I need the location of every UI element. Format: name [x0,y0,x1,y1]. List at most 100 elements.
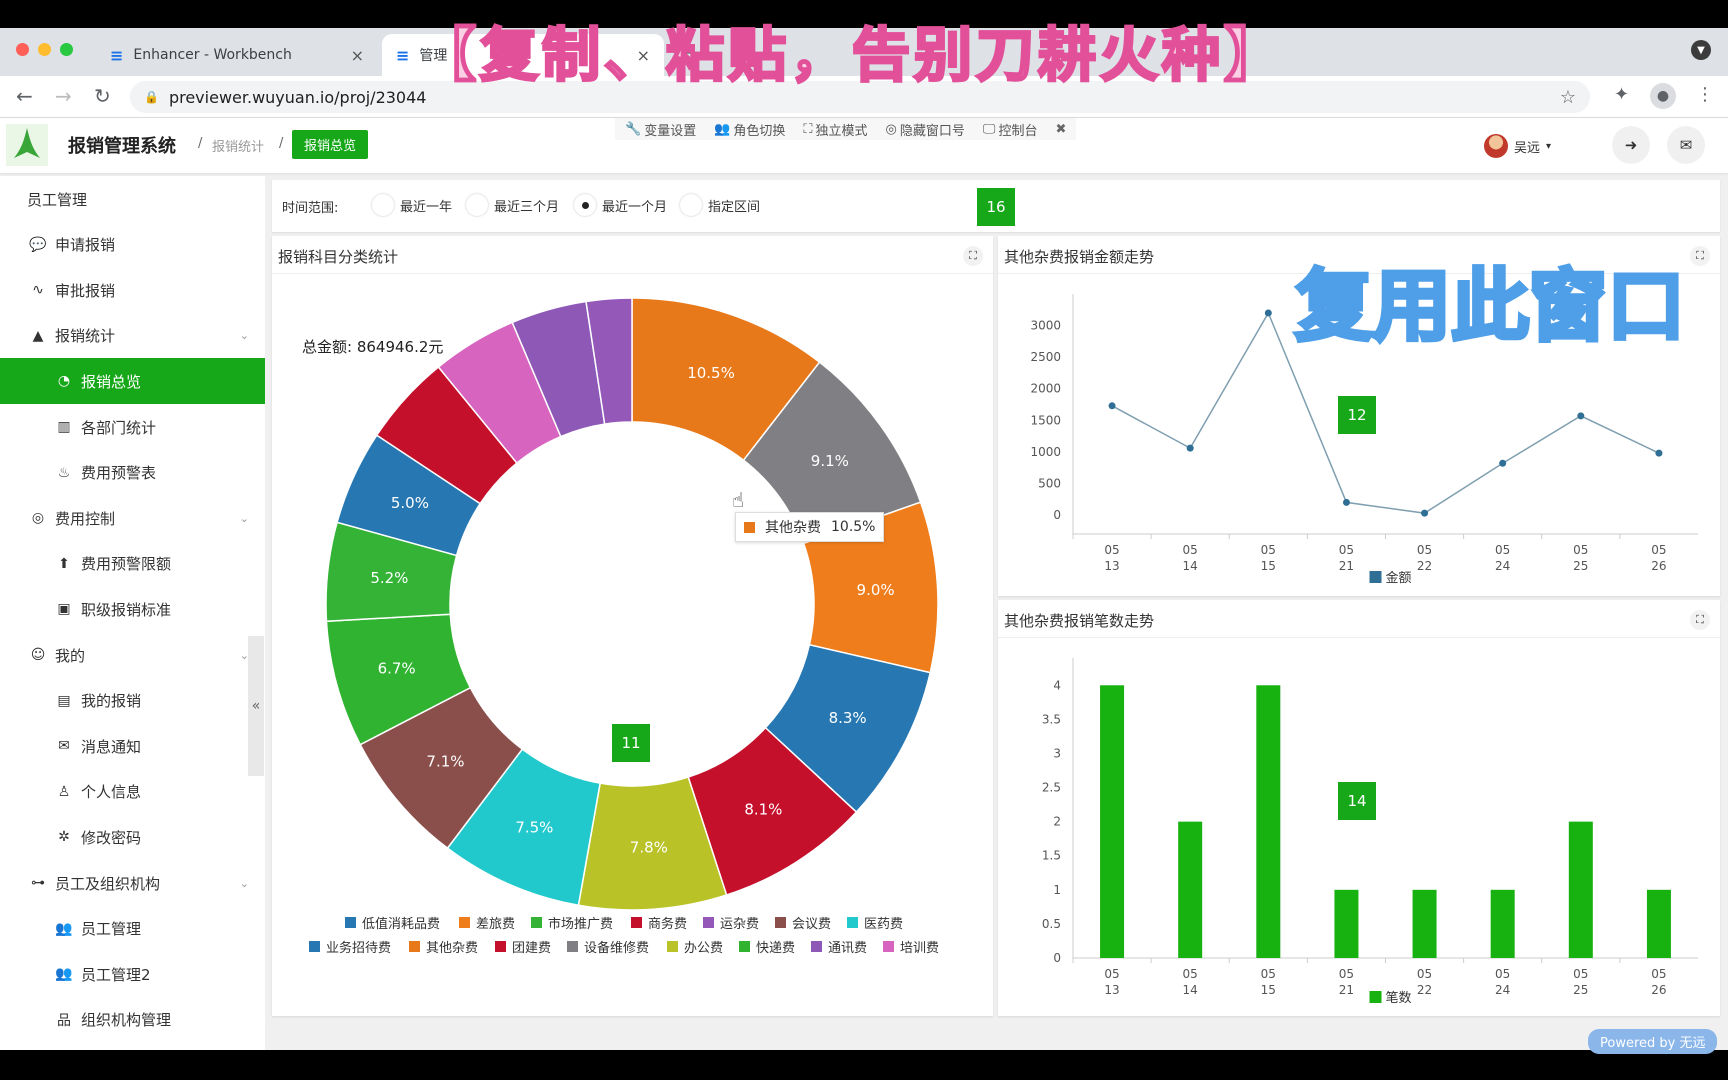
legend-swatch[interactable] [309,941,320,952]
sidebar-item[interactable]: ☺ 我的 ⌄ [0,632,265,678]
chevron-down-icon[interactable]: ⌄ [240,877,249,890]
line-point[interactable] [1577,412,1585,420]
legend-swatch[interactable] [345,917,356,928]
radio-button[interactable] [680,194,702,216]
legend-item[interactable]: 差旅费 [476,917,515,932]
radio-button[interactable] [466,194,488,216]
tab-search-icon[interactable]: ▼ [1691,40,1711,60]
sidebar-item[interactable]: 👥 员工管理2 [0,951,265,997]
legend-swatch[interactable] [531,917,542,928]
forward-icon[interactable]: → [55,84,72,108]
legend-item[interactable]: 其他杂费 [426,941,478,956]
legend-item[interactable]: 笔数 [1386,990,1412,1006]
sidebar-item[interactable]: 💬 申请报销 [0,222,265,268]
close-tab-icon[interactable]: × [351,46,364,65]
profile-icon[interactable]: ● [1650,83,1676,109]
user-menu[interactable]: 吴远 ▾ [1484,134,1551,158]
sidebar-item[interactable]: 品组织机构管理 [0,997,265,1043]
line-point[interactable] [1342,498,1350,506]
legend-swatch[interactable] [667,941,678,952]
line-point[interactable] [1186,444,1194,452]
sidebar-item[interactable]: ▲ 报销统计 ⌄ [0,313,265,359]
bookmark-star-icon[interactable]: ☆ [1560,87,1576,108]
toolbar-standalone-mode[interactable]: ⛶ 独立模式 [803,120,867,139]
line-point[interactable] [1421,509,1429,517]
sidebar-collapse-handle[interactable]: « [248,636,264,776]
legend-swatch[interactable] [459,917,470,928]
sidebar-item[interactable]: ▣ 职级报销标准 [0,586,265,632]
legend-swatch[interactable] [703,917,714,928]
legend-item[interactable]: 低值消耗品费 [362,916,440,932]
legend-item[interactable]: 市场推广费 [548,916,613,932]
powered-by-badge[interactable]: Powered by 无远 [1588,1029,1718,1054]
legend-item[interactable]: 运杂费 [720,917,759,932]
extensions-icon[interactable]: ✦ [1614,84,1629,105]
sidebar-item[interactable]: ∿ 审批报销 [0,267,265,313]
legend-item[interactable]: 团建费 [512,941,551,956]
legend-swatch[interactable] [409,941,420,952]
browser-tab[interactable]: ≡ Enhancer - Workbench × [96,34,378,76]
sidebar-item[interactable]: 员工管理 [0,176,265,222]
legend-item[interactable]: 办公费 [684,941,723,956]
sidebar-item[interactable]: ▤ 我的报销 [0,678,265,724]
minimize-window-button[interactable] [38,43,51,56]
bar[interactable] [1568,821,1593,958]
line-point[interactable] [1655,449,1663,457]
legend-item[interactable]: 设备维修费 [584,940,649,956]
bar[interactable] [1100,685,1125,958]
radio-last-year[interactable]: 最近一年 [372,194,452,216]
radio-last-month[interactable]: 最近一个月 [574,194,667,216]
sidebar-item[interactable]: ✉ 消息通知 [0,723,265,769]
bar[interactable] [1412,889,1437,958]
radio-button[interactable] [372,194,394,216]
legend-item[interactable]: 金额 [1386,570,1412,586]
line-point[interactable] [1108,402,1116,410]
sidebar-item[interactable]: 👥 员工管理 [0,906,265,952]
legend-swatch[interactable] [495,941,506,952]
fullscreen-button[interactable]: ⛶ [963,246,983,266]
sidebar-item[interactable]: ◔ 报销总览 [0,358,265,405]
radio-last-three-months[interactable]: 最近三个月 [466,194,559,216]
bar[interactable] [1334,889,1359,958]
radio-custom-range[interactable]: 指定区间 [680,194,760,216]
breadcrumb-item[interactable]: 报销统计 [212,136,264,155]
bar[interactable] [1178,821,1203,958]
fullscreen-button[interactable]: ⛶ [1690,610,1710,630]
fullscreen-button[interactable]: ⛶ [1690,246,1710,266]
legend-swatch[interactable] [811,941,822,952]
legend-item[interactable]: 快递费 [756,941,795,956]
legend-swatch[interactable] [739,941,750,952]
sidebar-item[interactable]: ◎ 费用控制 ⌄ [0,495,265,541]
bar[interactable] [1490,889,1515,958]
logout-button[interactable]: ➜ [1612,126,1650,164]
toolbar-variable-settings[interactable]: 🔧 变量设置 [625,120,696,139]
more-menu-icon[interactable]: ⋮ [1696,84,1714,105]
legend-swatch[interactable] [883,941,894,952]
line-point[interactable] [1499,459,1507,467]
sidebar-item[interactable]: ▥ 各部门统计 [0,404,265,450]
chevron-down-icon[interactable]: ⌄ [240,512,249,525]
sidebar-item[interactable]: ♙ 个人信息 [0,769,265,815]
legend-item[interactable]: 培训费 [900,940,939,956]
legend-item[interactable]: 商务费 [648,916,687,932]
legend-swatch[interactable] [1369,571,1382,583]
reload-icon[interactable]: ↻ [94,84,111,108]
legend-swatch[interactable] [567,941,578,952]
close-window-button[interactable] [16,43,29,56]
sidebar-item[interactable]: ⬆ 费用预警限额 [0,541,265,587]
bar[interactable] [1646,889,1671,958]
sidebar-item[interactable]: ⊶ 员工及组织机构 ⌄ [0,860,265,906]
toolbar-hide-window-number[interactable]: ◎ 隐藏窗口号 [886,120,965,139]
back-icon[interactable]: ← [16,84,33,108]
radio-button-selected[interactable] [574,194,596,216]
maximize-window-button[interactable] [60,43,73,56]
sidebar-item[interactable]: ♨ 费用预警表 [0,450,265,496]
bar[interactable] [1256,685,1281,958]
legend-item[interactable]: 会议费 [792,917,831,932]
legend-item[interactable]: 通讯费 [828,941,867,956]
legend-swatch[interactable] [847,917,858,928]
legend-swatch[interactable] [631,917,642,928]
chevron-down-icon[interactable]: ⌄ [240,329,249,342]
line-point[interactable] [1264,309,1272,317]
messages-button[interactable]: ✉ [1667,126,1705,164]
